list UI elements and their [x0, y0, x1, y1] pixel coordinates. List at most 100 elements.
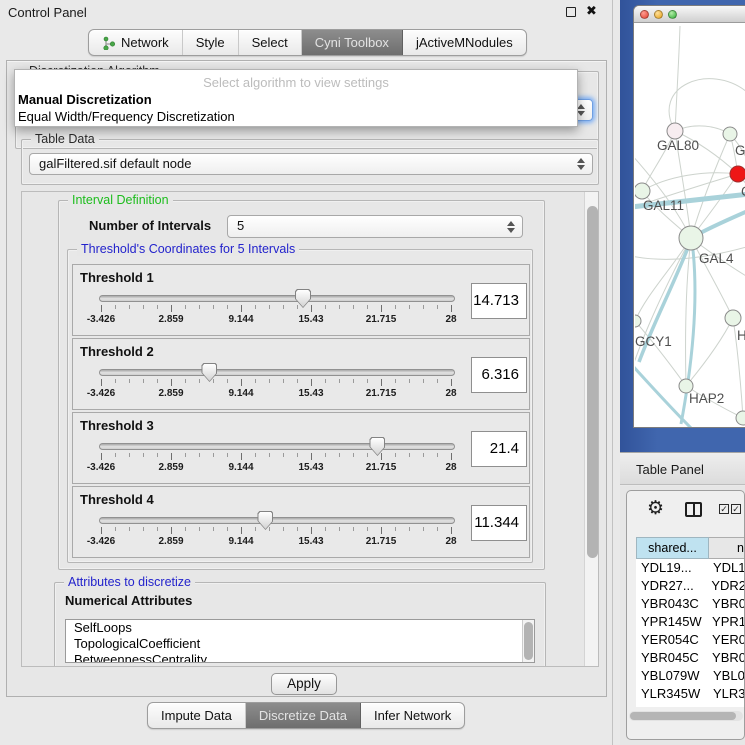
network-edge	[675, 26, 680, 131]
threshold-value-field[interactable]: 11.344	[471, 505, 527, 541]
bottom-tab-discretize-data[interactable]: Discretize Data	[246, 703, 361, 728]
tick-major	[311, 453, 312, 460]
threshold-value-field[interactable]: 21.4	[471, 431, 527, 467]
table-row[interactable]: YBL079WYBL0	[636, 667, 745, 685]
tick-major	[101, 527, 102, 534]
attributes-list-scrollbar[interactable]	[522, 620, 534, 663]
attribute-item-topologicalcoefficient[interactable]: TopologicalCoefficient	[66, 636, 534, 652]
tick-minor	[325, 527, 326, 531]
table-row[interactable]: YBR045CYBR0	[636, 649, 745, 667]
threshold-slider-knob[interactable]	[257, 511, 273, 530]
tick-minor	[213, 305, 214, 309]
network-edge-highlighted	[635, 364, 691, 428]
tick-minor	[395, 305, 396, 309]
table-row[interactable]: YBR043CYBR0	[636, 595, 745, 613]
table-data-combobox[interactable]: galFiltered.sif default node	[29, 153, 593, 175]
network-node[interactable]	[679, 226, 703, 250]
table-cell-shared-name: YDL19...	[636, 559, 709, 577]
tick-minor	[423, 453, 424, 457]
numerical-attributes-list[interactable]: SelfLoopsTopologicalCoefficientBetweenne…	[65, 619, 535, 663]
close-icon[interactable]: ✖	[586, 3, 597, 19]
tick-major	[311, 379, 312, 386]
bottom-tab-infer-network[interactable]: Infer Network	[361, 703, 464, 728]
popup-item-manual-discretization[interactable]: Manual Discretization	[15, 91, 577, 108]
network-graph[interactable]: GAL80GCGAL11GAL4GCY1HHAP2	[635, 24, 745, 428]
tick-minor	[213, 527, 214, 531]
tick-minor	[339, 453, 340, 457]
tab-cyni-toolbox[interactable]: Cyni Toolbox	[302, 30, 403, 55]
tab-jactivemnodules[interactable]: jActiveMNodules	[403, 30, 526, 55]
network-node-label: C	[741, 184, 745, 199]
table-row[interactable]: YDR27...YDR2	[636, 577, 745, 595]
attributes-scrollbar-thumb[interactable]	[524, 622, 533, 660]
column-header-shared[interactable]: shared...	[636, 537, 709, 559]
settings-scrollbar-thumb[interactable]	[587, 206, 598, 558]
table-row[interactable]: YPR145WYPR1	[636, 613, 745, 631]
tick-minor	[367, 527, 368, 531]
close-traffic-light-icon[interactable]	[640, 10, 649, 19]
column-header-name[interactable]: n	[709, 537, 745, 559]
tick-label: 15.43	[281, 536, 341, 547]
tick-major	[311, 305, 312, 312]
gear-icon[interactable]: ⚙	[647, 497, 664, 520]
tab-select[interactable]: Select	[239, 30, 302, 55]
table-cell-shared-name: YLR345W	[636, 685, 709, 703]
table-hscrollbar-thumb[interactable]	[630, 712, 736, 720]
bottom-tab-impute-data[interactable]: Impute Data	[148, 703, 246, 728]
apply-button[interactable]: Apply	[271, 673, 337, 695]
network-node[interactable]	[736, 411, 745, 425]
tick-label: 15.43	[281, 388, 341, 399]
algorithm-dropdown-popup: Select algorithm to view settings Manual…	[14, 69, 578, 127]
threshold-slider-knob[interactable]	[369, 437, 385, 456]
settings-vertical-scrollbar[interactable]	[584, 192, 599, 666]
checkbox-icon[interactable]: ✓	[719, 504, 729, 514]
threshold-slider-knob[interactable]	[201, 363, 217, 382]
attribute-item-betweennesscentrality[interactable]: BetweennessCentrality	[66, 652, 534, 663]
tick-minor	[353, 379, 354, 383]
network-window-titlebar[interactable]	[634, 6, 745, 23]
tick-minor	[185, 527, 186, 531]
split-columns-icon[interactable]	[685, 502, 702, 517]
threshold-slider-track[interactable]	[99, 517, 455, 524]
threshold-slider-track[interactable]	[99, 295, 455, 302]
tab-style[interactable]: Style	[183, 30, 239, 55]
network-view-window[interactable]: GAL80GCGAL11GAL4GCY1HHAP2	[633, 5, 745, 428]
network-node[interactable]	[635, 315, 641, 327]
threshold-slider-knob[interactable]	[295, 289, 311, 308]
network-canvas[interactable]: GAL80GCGAL11GAL4GCY1HHAP2	[635, 24, 745, 428]
attributes-group: Attributes to discretize Numerical Attri…	[54, 582, 546, 667]
float-window-icon[interactable]	[566, 7, 576, 17]
tick-minor	[115, 305, 116, 309]
table-row[interactable]: YIL053CYIL0	[636, 703, 745, 707]
tick-minor	[409, 305, 410, 309]
threshold-panel-2: Threshold 2-3.4262.8599.14415.4321.71528…	[72, 338, 530, 410]
popup-item-equal-width-frequency-discretization[interactable]: Equal Width/Frequency Discretization	[15, 108, 577, 125]
table-horizontal-scrollbar[interactable]	[629, 711, 743, 721]
tick-minor	[227, 305, 228, 309]
table-container: ⚙ ✓ ✓ shared... n YDL19...YDL1YDR27...YD…	[626, 490, 745, 740]
tick-major	[101, 379, 102, 386]
zoom-traffic-light-icon[interactable]	[668, 10, 677, 19]
network-node[interactable]	[730, 166, 745, 182]
tab-network[interactable]: Network	[89, 30, 183, 55]
tick-minor	[437, 453, 438, 457]
interval-definition-title: Interval Definition	[68, 193, 173, 207]
table-row[interactable]: YLR345WYLR3	[636, 685, 745, 703]
network-node[interactable]	[667, 123, 683, 139]
attribute-item-selfloops[interactable]: SelfLoops	[66, 620, 534, 636]
number-of-intervals-combobox[interactable]: 5	[227, 215, 523, 238]
table-row[interactable]: YER054CYER0	[636, 631, 745, 649]
table-row[interactable]: YDL19...YDL1	[636, 559, 745, 577]
minimize-traffic-light-icon[interactable]	[654, 10, 663, 19]
network-node[interactable]	[725, 310, 741, 326]
tick-label: 21.715	[351, 314, 411, 325]
threshold-value-field[interactable]: 6.316	[471, 357, 527, 393]
checkbox-icon[interactable]: ✓	[731, 504, 741, 514]
threshold-slider-track[interactable]	[99, 369, 455, 376]
threshold-value-field[interactable]: 14.713	[471, 283, 527, 319]
threshold-slider-track[interactable]	[99, 443, 455, 450]
network-node[interactable]	[635, 183, 650, 199]
tick-minor	[143, 453, 144, 457]
network-node[interactable]	[723, 127, 737, 141]
network-desktop: GAL80GCGAL11GAL4GCY1HHAP2	[620, 0, 745, 452]
